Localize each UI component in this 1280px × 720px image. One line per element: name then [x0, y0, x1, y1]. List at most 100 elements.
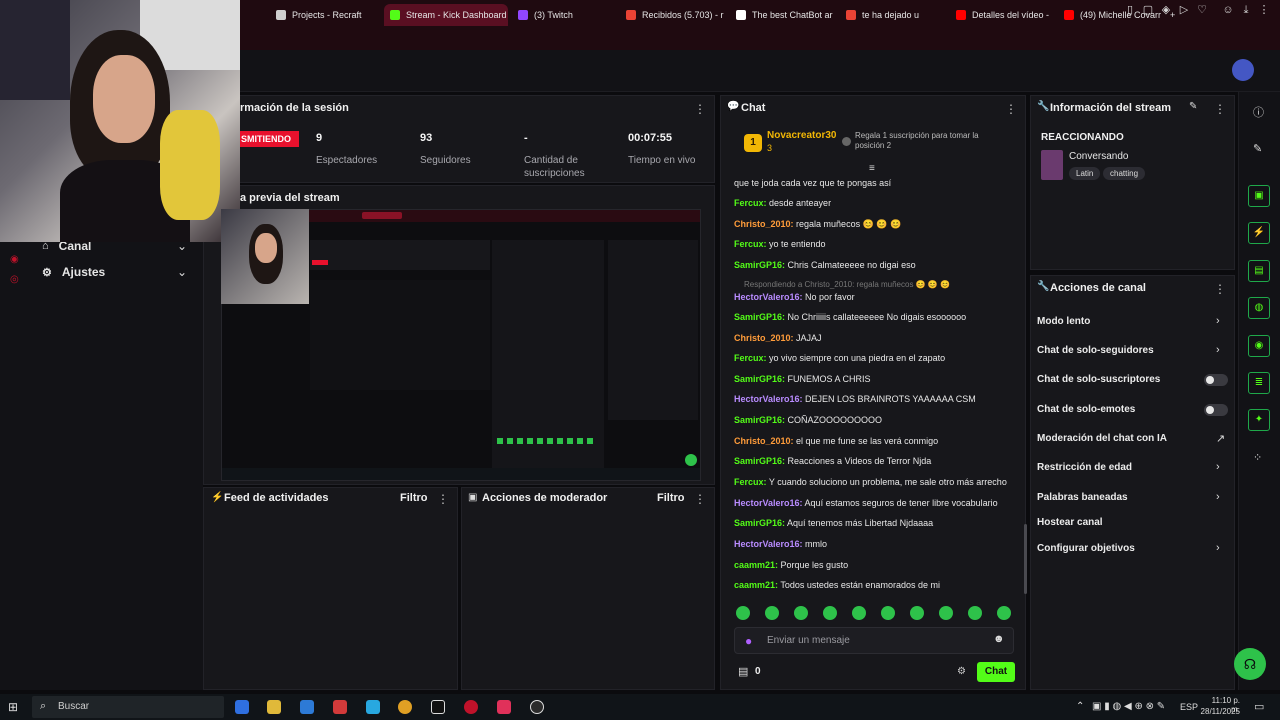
- chat-message[interactable]: HectorValero16: Aquí estamos seguros de …: [734, 498, 1024, 508]
- channel-action-item[interactable]: Chat de solo-suscriptores: [1037, 374, 1160, 385]
- chat-message[interactable]: Christo_2010: regala muñecos 😊 😊 😊: [734, 219, 1024, 230]
- chat-username[interactable]: Fercux:: [734, 477, 767, 487]
- mic-icon[interactable]: ●: [745, 634, 752, 648]
- chat-username[interactable]: HectorValero16:: [734, 498, 803, 508]
- emote-icon[interactable]: [968, 606, 982, 620]
- channel-action-item[interactable]: Chat de solo-emotes: [1037, 404, 1135, 415]
- chat-message[interactable]: SamirGP16: Reacciones a Videos de Terror…: [734, 456, 1024, 466]
- chat-username[interactable]: Fercux:: [734, 198, 767, 208]
- emote-icon[interactable]: [939, 606, 953, 620]
- chat-username[interactable]: SamirGP16:: [734, 518, 785, 528]
- chevron-right-icon[interactable]: ›: [1216, 315, 1220, 327]
- chat-message[interactable]: Fercux: yo vivo siempre con una piedra e…: [734, 353, 1024, 363]
- bookmark-icon[interactable]: ▯: [1124, 4, 1136, 16]
- scroll-down-icon[interactable]: ≡: [869, 163, 875, 174]
- help-headset-icon[interactable]: ☊: [1234, 648, 1266, 680]
- chat-input[interactable]: ● Enviar un mensaje ☻: [734, 627, 1014, 654]
- pencil-icon[interactable]: ✎: [1253, 142, 1262, 155]
- chat-username[interactable]: HectorValero16:: [734, 539, 803, 549]
- kebab-icon[interactable]: ⋮: [1214, 282, 1226, 296]
- emote-icon[interactable]: [997, 606, 1011, 620]
- obs-icon[interactable]: [530, 700, 544, 714]
- chat-message[interactable]: Christo_2010: el que me fune se las verá…: [734, 436, 1024, 446]
- browser-tab[interactable]: (3) Twitch: [512, 4, 614, 26]
- taskbar-search[interactable]: ⌕ Buscar: [32, 696, 224, 718]
- play-icon[interactable]: ▷: [1178, 4, 1190, 16]
- info-icon[interactable]: ⓘ: [1253, 104, 1264, 120]
- chevron-down-icon[interactable]: ⌄: [177, 265, 187, 279]
- kebab-icon[interactable]: ⋮: [1214, 102, 1226, 116]
- chat-message[interactable]: caamm21: Porque les gusto: [734, 560, 1024, 570]
- profile-icon[interactable]: ☺: [1222, 4, 1234, 16]
- chat-send-button[interactable]: Chat: [977, 662, 1015, 682]
- chat-username[interactable]: SamirGP16:: [734, 415, 785, 425]
- tray-icons[interactable]: ▣ ▮ ◍ ◀ ⊕ ⊗ ✎: [1092, 701, 1165, 712]
- record-icon[interactable]: ◉: [10, 254, 19, 265]
- emote-icon[interactable]: [823, 606, 837, 620]
- chat-username[interactable]: Christo_2010:: [734, 436, 794, 446]
- shield-icon[interactable]: ◈: [1160, 4, 1172, 16]
- chat-username[interactable]: caamm21:: [734, 580, 778, 590]
- chevron-right-icon[interactable]: ›: [1216, 491, 1220, 503]
- edit-icon[interactable]: ✎: [1189, 101, 1197, 112]
- channel-action-item[interactable]: Modo lento: [1037, 316, 1090, 327]
- chat-scrollbar[interactable]: [1024, 524, 1027, 594]
- menu-icon[interactable]: ⋮: [1258, 4, 1270, 16]
- screen-icon[interactable]: ▣: [1248, 185, 1270, 207]
- chat-message[interactable]: SamirGP16: Chris Calmateeeee no digai es…: [734, 260, 1024, 270]
- toggle-switch[interactable]: [1204, 374, 1228, 386]
- emote-icon[interactable]: [736, 606, 750, 620]
- chevron-right-icon[interactable]: ›: [1216, 542, 1220, 554]
- toggle-switch[interactable]: [1204, 404, 1228, 416]
- channel-action-item[interactable]: Moderación del chat con IA: [1037, 433, 1167, 444]
- chat-message[interactable]: Christo_2010: JAJAJ: [734, 333, 1024, 343]
- chat-message[interactable]: SamirGP16: Aquí tenemos más Libertad Njd…: [734, 518, 1024, 528]
- browser-tab[interactable]: Stream - Kick Dashboard: [384, 4, 508, 26]
- download-icon[interactable]: ⤓: [1240, 4, 1252, 16]
- clock-date[interactable]: 28/11/2025: [1200, 707, 1240, 716]
- chat-message[interactable]: SamirGP16: COÑAZOOOOOOOOO: [734, 415, 1024, 425]
- browser-tab[interactable]: te ha dejado u: [840, 4, 944, 26]
- apps-icon[interactable]: ⁘: [1253, 451, 1262, 464]
- browser-tab[interactable]: Recibidos (5.703) - r: [620, 4, 724, 26]
- emote-icon[interactable]: [765, 606, 779, 620]
- channel-action-item[interactable]: Restricción de edad: [1037, 462, 1132, 473]
- channel-action-item[interactable]: Chat de solo-seguidores: [1037, 345, 1154, 356]
- chat-icon[interactable]: ◍: [1248, 297, 1270, 319]
- channel-action-item[interactable]: Hostear canal: [1037, 517, 1103, 528]
- chat-username[interactable]: SamirGP16:: [734, 456, 785, 466]
- filter-button[interactable]: Filtro: [657, 492, 685, 504]
- kebab-icon[interactable]: ⋮: [694, 102, 706, 116]
- browser-icon[interactable]: [464, 700, 478, 714]
- chevron-right-icon[interactable]: ›: [1216, 461, 1220, 473]
- chat-username[interactable]: Christo_2010:: [734, 219, 794, 229]
- chat-message[interactable]: Fercux: desde anteayer: [734, 198, 1024, 208]
- document-icon[interactable]: ▤: [1248, 260, 1270, 282]
- avatar[interactable]: [1232, 59, 1254, 81]
- telegram-icon[interactable]: [366, 700, 380, 714]
- chat-message[interactable]: caamm21: Todos ustedes están enamorados …: [734, 580, 1024, 590]
- chat-message[interactable]: SamirGP16: No Chriiiiis callateeeeee No …: [734, 312, 1024, 322]
- bolt-icon[interactable]: ⚡: [1248, 222, 1270, 244]
- chat-username[interactable]: HectorValero16:: [734, 292, 803, 302]
- language-indicator[interactable]: ESP: [1180, 702, 1198, 712]
- kebab-icon[interactable]: ⋮: [437, 492, 449, 506]
- emote-icon[interactable]: [881, 606, 895, 620]
- capcut-icon[interactable]: [497, 700, 511, 714]
- tray-chevron-icon[interactable]: ⌃: [1076, 701, 1084, 712]
- chat-message[interactable]: Fercux: yo te entiendo: [734, 239, 1024, 249]
- store-icon[interactable]: [300, 700, 314, 714]
- filter-button[interactable]: Filtro: [400, 492, 428, 504]
- chat-message[interactable]: SamirGP16: FUNEMOS A CHRIS: [734, 374, 1024, 384]
- pinned-gifter[interactable]: Novacreator30: [767, 130, 836, 141]
- chat-message[interactable]: HectorValero16: DEJEN LOS BRAINROTS YAAA…: [734, 394, 1024, 404]
- windows-start-icon[interactable]: ⊞: [8, 700, 18, 714]
- browser-tab[interactable]: Detalles del vídeo -: [950, 4, 1050, 26]
- chat-message[interactable]: HectorValero16: No por favor: [734, 292, 1024, 302]
- heart-icon[interactable]: ♡: [1196, 4, 1208, 16]
- external-link-icon[interactable]: ↗: [1216, 432, 1225, 445]
- chat-message[interactable]: que te joda cada vez que te pongas así: [734, 178, 1024, 188]
- target-icon[interactable]: ◎: [10, 274, 19, 285]
- points-icon[interactable]: ▤: [738, 665, 748, 678]
- notification-icon[interactable]: ▭: [1254, 700, 1264, 713]
